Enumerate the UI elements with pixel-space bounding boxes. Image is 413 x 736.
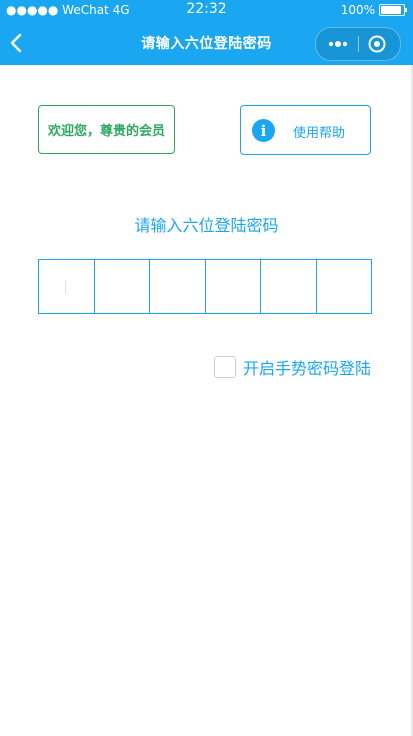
help-label: 使用帮助: [293, 126, 346, 141]
close-miniprogram-button[interactable]: [367, 34, 387, 54]
battery-percent: 100%: [340, 3, 375, 17]
battery-icon: [379, 4, 407, 16]
battery-status: 100%: [340, 3, 407, 17]
pin-input[interactable]: [38, 259, 372, 314]
capsule-divider: [358, 36, 359, 52]
pin-cell-6[interactable]: [317, 260, 372, 313]
top-bar: ●●●●● WeChat 4G 22:32 100% 请输入六位登陆密码: [0, 0, 413, 65]
pin-cell-1[interactable]: [39, 260, 95, 313]
target-close-icon: [368, 35, 386, 53]
status-bar: ●●●●● WeChat 4G 22:32 100%: [0, 0, 413, 22]
gesture-label: 开启手势密码登陆: [243, 359, 372, 378]
pin-cell-4[interactable]: [206, 260, 261, 313]
gesture-checkbox[interactable]: [214, 356, 236, 378]
input-cursor: [65, 280, 66, 294]
more-dots-icon: [328, 41, 348, 47]
pin-prompt: 请输入六位登陆密码: [134, 216, 279, 235]
capsule-menu: [315, 27, 401, 61]
pin-cell-2[interactable]: [95, 260, 150, 313]
help-button[interactable]: i 使用帮助: [240, 105, 371, 155]
pin-cell-3[interactable]: [150, 260, 206, 313]
info-icon: i: [252, 119, 275, 142]
welcome-label: 欢迎您，尊贵的会员: [47, 124, 165, 139]
welcome-member-button[interactable]: 欢迎您，尊贵的会员: [38, 105, 175, 154]
more-button[interactable]: [326, 34, 350, 54]
pin-cell-5[interactable]: [261, 260, 317, 313]
gesture-login-option[interactable]: 开启手势密码登陆: [214, 355, 371, 379]
